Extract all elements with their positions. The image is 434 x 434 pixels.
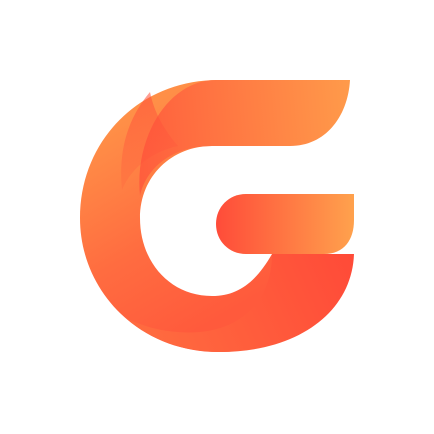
app-icon-canvas [0, 0, 434, 434]
letter-g-logo-icon [80, 80, 354, 352]
g-crossbar [216, 194, 354, 254]
